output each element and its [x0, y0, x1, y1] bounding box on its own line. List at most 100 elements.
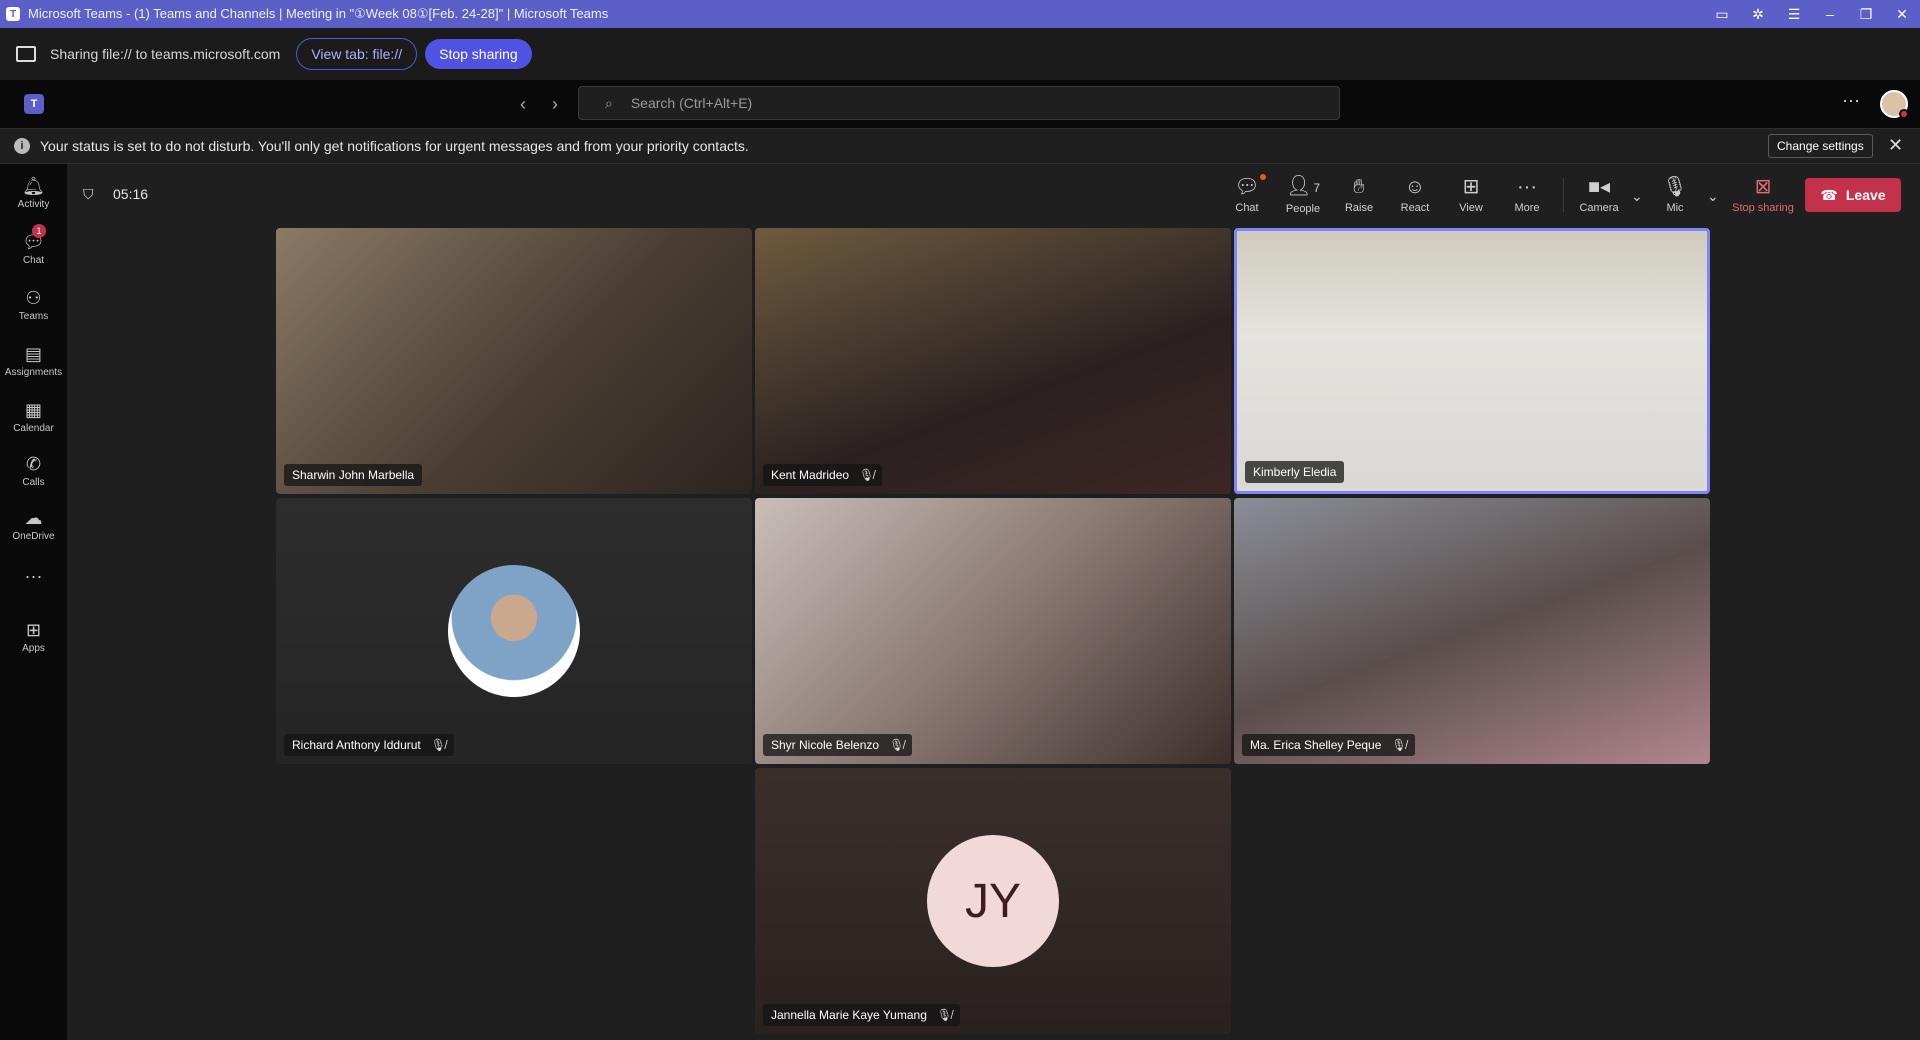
- participant-nameplate: Ma. Erica Shelley Peque 🎙︎̸: [1242, 734, 1415, 756]
- rail-item-chat[interactable]: 💬︎ 1 Chat: [0, 224, 67, 274]
- teams-app-icon: T: [6, 7, 20, 21]
- video-tile[interactable]: Kent Madrideo 🎙︎̸: [755, 228, 1231, 494]
- rail-label: Chat: [22, 255, 45, 266]
- window-titlebar: T Microsoft Teams - (1) Teams and Channe…: [0, 0, 1920, 28]
- bell-icon: 🔔︎: [22, 176, 45, 196]
- view-button[interactable]: ⊞ View: [1443, 172, 1499, 218]
- cloud-icon: ☁: [24, 508, 43, 528]
- participant-nameplate: Shyr Nicole Belenzo 🎙︎̸: [763, 734, 913, 756]
- stop-sharing-button[interactable]: ⊠ Stop sharing: [1727, 172, 1799, 218]
- menu-icon[interactable]: ☰: [1776, 0, 1812, 28]
- minimize-button[interactable]: –: [1812, 0, 1848, 28]
- stop-sharing-browser-button[interactable]: Stop sharing: [425, 39, 532, 69]
- people-button[interactable]: 👤︎ 7 People: [1275, 172, 1331, 218]
- forward-arrow-icon[interactable]: ›: [552, 94, 558, 115]
- hand-icon: ✋︎: [1353, 176, 1365, 198]
- video-tile[interactable]: JY Jannella Marie Kaye Yumang 🎙︎̸: [755, 768, 1231, 1034]
- control-label: Stop sharing: [1732, 202, 1794, 214]
- rail-item-onedrive[interactable]: ☁ OneDrive: [0, 500, 67, 550]
- react-button[interactable]: ☺ React: [1387, 172, 1443, 218]
- control-label: People: [1285, 203, 1321, 215]
- change-settings-button[interactable]: Change settings: [1768, 134, 1873, 158]
- camera-options-chevron-icon[interactable]: ⌄: [1631, 188, 1643, 205]
- participant-name: Sharwin John Marbella: [292, 468, 415, 482]
- rail-label: Calendar: [13, 423, 54, 434]
- camera-icon: ■◂: [1587, 176, 1611, 198]
- rail-item-calls[interactable]: ✆ Calls: [0, 446, 67, 496]
- participant-name: Jannella Marie Kaye Yumang: [771, 1008, 927, 1022]
- rail-label: Activity: [17, 199, 50, 210]
- mic-options-chevron-icon[interactable]: ⌄: [1707, 188, 1719, 205]
- phone-icon: ✆: [25, 454, 42, 474]
- rail-label: Teams: [18, 311, 49, 322]
- control-label: Chat: [1235, 202, 1259, 214]
- grid-view-icon: ⊞: [1462, 176, 1480, 198]
- control-label: Leave: [1845, 187, 1886, 203]
- rail-label: Apps: [22, 643, 45, 654]
- mic-button[interactable]: 🎙︎ Mic: [1647, 172, 1703, 218]
- search-placeholder: Search (Ctrl+Alt+E): [630, 95, 753, 111]
- rail-item-apps[interactable]: ⊞ Apps: [0, 612, 67, 662]
- mic-off-icon: 🎙︎̸: [430, 738, 446, 752]
- video-tile-active-speaker[interactable]: Kimberly Eledia: [1234, 228, 1710, 494]
- rail-item-assignments[interactable]: ▤ Assignments: [0, 336, 67, 386]
- status-banner: i Your status is set to do not disturb. …: [0, 128, 1920, 164]
- teams-icon: ⚇: [25, 288, 42, 308]
- control-label: View: [1459, 202, 1483, 214]
- participant-name: Richard Anthony Iddurut: [292, 738, 421, 752]
- chat-icon: 💬︎ 1: [22, 224, 47, 252]
- close-banner-icon[interactable]: ✕: [1888, 135, 1903, 156]
- control-label: More: [1514, 202, 1540, 214]
- rail-item-activity[interactable]: 🔔︎ Activity: [0, 168, 67, 218]
- raise-hand-button[interactable]: ✋︎ Raise: [1331, 172, 1387, 218]
- participant-name: Kimberly Eledia: [1253, 465, 1337, 479]
- participant-nameplate: Kimberly Eledia: [1245, 461, 1345, 483]
- smiley-icon: ☺: [1404, 176, 1426, 198]
- video-tile[interactable]: Sharwin John Marbella: [276, 228, 752, 494]
- call-timer: 05:16: [113, 186, 149, 202]
- hangup-icon: ☎: [1820, 186, 1838, 203]
- more-dots-icon: ···: [1517, 176, 1537, 198]
- chat-icon: 💬︎: [1234, 174, 1266, 198]
- call-controls-bar: ⛉ 05:16 💬︎ Chat 👤︎ 7 People ✋︎ Raise ☺ Re…: [67, 164, 1920, 224]
- more-options-icon[interactable]: ···: [1842, 90, 1860, 111]
- more-button[interactable]: ··· More: [1499, 172, 1555, 218]
- video-icon[interactable]: ▭: [1704, 0, 1740, 28]
- search-input[interactable]: ⌕ Search (Ctrl+Alt+E): [578, 86, 1340, 120]
- banner-message: Your status is set to do not disturb. Yo…: [40, 138, 749, 154]
- restore-button[interactable]: ❐: [1848, 0, 1884, 28]
- rail-item-teams[interactable]: ⚇ Teams: [0, 280, 67, 330]
- extensions-icon[interactable]: ✲: [1740, 0, 1776, 28]
- view-tab-button[interactable]: View tab: file://: [296, 38, 418, 70]
- mic-off-icon: 🎙︎̸: [889, 738, 905, 752]
- participant-initials-avatar: JY: [927, 835, 1059, 967]
- rail-more-apps[interactable]: ···: [0, 552, 67, 602]
- user-avatar[interactable]: [1880, 90, 1909, 119]
- info-icon: i: [14, 138, 30, 154]
- people-count: 7: [1313, 181, 1321, 195]
- video-tile[interactable]: Ma. Erica Shelley Peque 🎙︎̸: [1234, 498, 1710, 764]
- participant-nameplate: Kent Madrideo 🎙︎̸: [763, 464, 883, 486]
- shield-icon: ⛉: [83, 186, 94, 202]
- dnd-status-icon: [1899, 109, 1909, 119]
- leave-button[interactable]: ☎ Leave: [1805, 178, 1901, 212]
- control-label: React: [1400, 202, 1430, 214]
- left-rail: 🔔︎ Activity 💬︎ 1 Chat ⚇ Teams ▤ Assignmen…: [0, 164, 67, 1040]
- video-tile[interactable]: Shyr Nicole Belenzo 🎙︎̸: [755, 498, 1231, 764]
- sharing-status-text: Sharing file:// to teams.microsoft.com: [50, 46, 281, 62]
- rail-item-calendar[interactable]: ▦ Calendar: [0, 392, 67, 442]
- teams-logo-icon: T: [24, 94, 44, 114]
- search-icon: ⌕: [605, 94, 613, 111]
- participant-name: Ma. Erica Shelley Peque: [1250, 738, 1382, 752]
- sharing-bar: Sharing file:// to teams.microsoft.com V…: [0, 28, 1920, 80]
- assignments-icon: ▤: [24, 344, 42, 364]
- participant-nameplate: Richard Anthony Iddurut 🎙︎̸: [284, 734, 454, 756]
- stop-share-icon: ⊠: [1754, 176, 1772, 198]
- meeting-stage: ⛉ 05:16 💬︎ Chat 👤︎ 7 People ✋︎ Raise ☺ Re…: [67, 164, 1920, 1040]
- back-arrow-icon[interactable]: ‹: [520, 94, 526, 115]
- chat-button[interactable]: 💬︎ Chat: [1219, 172, 1275, 218]
- close-window-button[interactable]: ✕: [1884, 0, 1920, 28]
- camera-button[interactable]: ■◂ Camera: [1571, 172, 1627, 218]
- chat-badge: 1: [32, 224, 47, 238]
- video-tile[interactable]: Richard Anthony Iddurut 🎙︎̸: [276, 498, 752, 764]
